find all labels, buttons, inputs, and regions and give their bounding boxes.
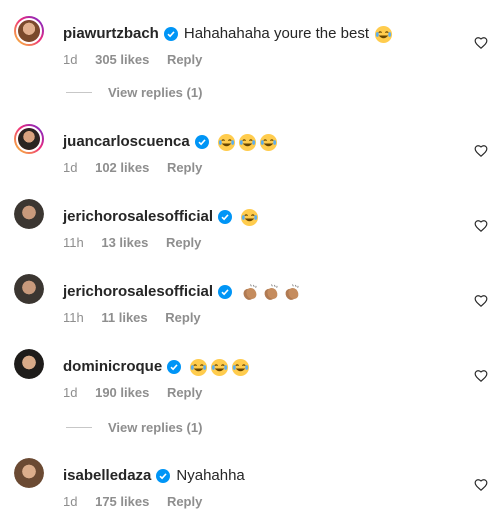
comment-text: Nyahahha [176, 467, 245, 484]
divider [66, 91, 92, 93]
comment-username[interactable]: jerichorosalesofficial [63, 207, 213, 227]
like-count[interactable]: 305 likes [95, 52, 149, 67]
comment-time[interactable]: 1d [63, 385, 77, 400]
like-count[interactable]: 11 likes [101, 310, 147, 325]
clapping-hands-emoji-icon [264, 283, 278, 300]
view-replies-button[interactable]: View replies (1) [66, 419, 202, 435]
verified-badge-icon [218, 210, 233, 224]
comment-username[interactable]: jerichorosalesofficial [63, 282, 213, 302]
avatar[interactable] [14, 124, 44, 154]
view-replies-label: View replies (1) [108, 419, 203, 435]
clapping-hands-emoji-icon [285, 283, 299, 300]
laughing-emoji-icon [232, 358, 250, 376]
verified-badge-icon [218, 285, 233, 299]
heart-icon[interactable] [474, 294, 488, 308]
comment-item: piawurtzbach Hahahahaha youre the best 1… [0, 14, 500, 74]
comment-username[interactable]: juancarloscuenca [63, 132, 190, 152]
laughing-emoji-icon [190, 358, 208, 376]
heart-icon[interactable] [474, 219, 488, 233]
comment-item: juancarloscuenca 1d 102 likes Reply [0, 122, 500, 182]
reply-button[interactable]: Reply [167, 385, 202, 400]
comment-item: jerichorosalesofficial 11h 11 likes Repl… [0, 272, 500, 332]
reply-button[interactable]: Reply [167, 52, 202, 67]
verified-badge-icon [194, 135, 209, 149]
like-count[interactable]: 175 likes [95, 494, 149, 509]
avatar[interactable] [14, 274, 44, 304]
clapping-hands-emoji-icon [243, 283, 257, 300]
comment-time[interactable]: 1d [63, 494, 77, 509]
avatar[interactable] [14, 458, 44, 488]
like-count[interactable]: 190 likes [95, 385, 149, 400]
avatar[interactable] [14, 16, 44, 46]
heart-icon[interactable] [474, 369, 488, 383]
comment-item: isabelledaza Nyahahha 1d 175 likes Reply [0, 456, 500, 516]
laughing-emoji-icon [238, 133, 256, 151]
comment-item: jerichorosalesofficial 11h 13 likes Repl… [0, 197, 500, 257]
laughing-emoji-icon [217, 133, 235, 151]
view-replies-label: View replies (1) [108, 84, 203, 100]
comment-time[interactable]: 1d [63, 52, 77, 67]
heart-icon[interactable] [474, 478, 488, 492]
avatar[interactable] [14, 199, 44, 229]
verified-badge-icon [156, 469, 171, 483]
reply-button[interactable]: Reply [167, 494, 202, 509]
reply-button[interactable]: Reply [167, 160, 202, 175]
verified-badge-icon [167, 360, 182, 374]
reply-button[interactable]: Reply [166, 235, 201, 250]
heart-icon[interactable] [474, 144, 488, 158]
laughing-emoji-icon [241, 208, 259, 226]
verified-badge-icon [163, 27, 178, 41]
like-count[interactable]: 102 likes [95, 160, 149, 175]
comment-item: dominicroque 1d 190 likes Reply [0, 347, 500, 407]
laughing-emoji-icon [374, 25, 393, 43]
comment-time[interactable]: 1d [63, 160, 77, 175]
heart-icon[interactable] [474, 36, 488, 50]
comment-text: Hahahahaha youre the best [183, 25, 370, 42]
avatar[interactable] [14, 349, 44, 379]
laughing-emoji-icon [211, 358, 229, 376]
view-replies-button[interactable]: View replies (1) [66, 84, 202, 100]
comment-time[interactable]: 11h [63, 310, 84, 325]
comment-username[interactable]: isabelledaza [63, 466, 151, 486]
comment-username[interactable]: dominicroque [63, 357, 162, 377]
like-count[interactable]: 13 likes [101, 235, 148, 250]
reply-button[interactable]: Reply [165, 310, 200, 325]
comment-time[interactable]: 11h [63, 235, 84, 250]
divider [66, 426, 92, 428]
laughing-emoji-icon [259, 133, 277, 151]
comment-username[interactable]: piawurtzbach [63, 24, 159, 44]
